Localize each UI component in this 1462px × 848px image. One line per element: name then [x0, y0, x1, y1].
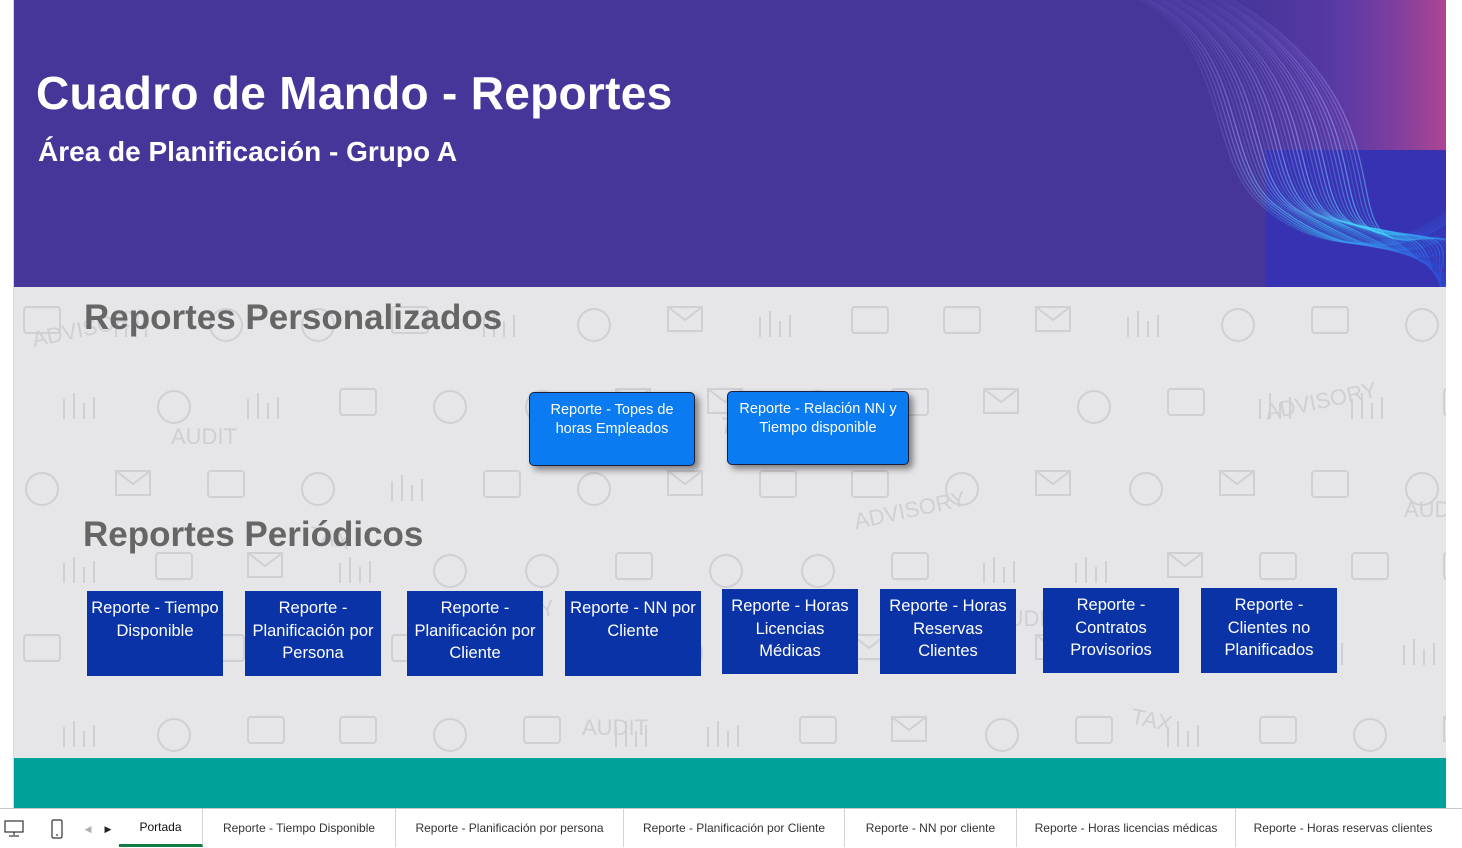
tab-portada[interactable]: Portada: [119, 809, 203, 847]
right-gutter: [1446, 0, 1462, 808]
header-banner: Cuadro de Mando - Reportes Área de Plani…: [14, 0, 1446, 287]
tab-label: Reporte - Tiempo Disponible: [222, 821, 376, 835]
report-button-label: Reporte - Planificación por Cliente: [414, 599, 536, 662]
report-button-relacion-nn[interactable]: Reporte - Relación NN y Tiempo disponibl…: [727, 391, 909, 465]
svg-text:AUDIT: AUDIT: [171, 424, 237, 449]
page-title: Cuadro de Mando - Reportes: [36, 67, 673, 119]
tab-label: Reporte - NN por cliente: [865, 821, 996, 835]
svg-text:AUDIT: AUDIT: [1404, 497, 1446, 522]
desktop-monitor-icon[interactable]: [3, 818, 25, 840]
report-button-label: Reporte - Horas Licencias Médicas: [731, 597, 849, 660]
tab-label: Reporte - Horas reservas clientes: [1253, 821, 1433, 835]
svg-text:AUDIT: AUDIT: [582, 715, 648, 740]
tab-label: Portada: [139, 819, 182, 834]
section-heading-personalizados: Reportes Personalizados: [84, 298, 503, 337]
report-cover-sheet: Cuadro de Mando - Reportes Área de Plani…: [14, 0, 1446, 808]
report-button-planificacion-persona[interactable]: Reporte - Planificación por Persona: [245, 591, 381, 676]
report-button-label: Reporte - Horas Reservas Clientes: [889, 597, 1007, 660]
sheet-tab-bar: ◀ ▶ Portada Reporte - Tiempo Disponible …: [0, 808, 1462, 848]
report-button-contratos-provisorios[interactable]: Reporte - Contratos Provisorios: [1043, 588, 1179, 673]
report-button-nn-cliente[interactable]: Reporte - NN por Cliente: [565, 591, 701, 676]
report-button-label: Reporte - Clientes no Planificados: [1224, 596, 1314, 659]
content-area: ADVISORYAUDITTAXADVISORYAUDITTAXADVISORY…: [14, 287, 1446, 758]
report-button-label: Reporte - NN por Cliente: [570, 599, 696, 640]
triangle-left-icon[interactable]: ◀: [81, 820, 95, 838]
report-button-label: Reporte - Tiempo Disponible: [91, 599, 219, 640]
tab-horas-licencias[interactable]: Reporte - Horas licencias médicas: [1017, 809, 1236, 847]
report-button-reservas-clientes[interactable]: Reporte - Horas Reservas Clientes: [880, 589, 1016, 674]
report-button-planificacion-cliente[interactable]: Reporte - Planificación por Cliente: [407, 591, 543, 676]
tab-label: Reporte - Horas licencias médicas: [1034, 821, 1218, 835]
report-button-licencias-medicas[interactable]: Reporte - Horas Licencias Médicas: [722, 589, 858, 674]
footer-band: [14, 758, 1446, 808]
left-gutter: [0, 0, 14, 808]
tab-tiempo-disponible[interactable]: Reporte - Tiempo Disponible: [203, 809, 396, 847]
triangle-right-icon[interactable]: ▶: [101, 820, 115, 838]
svg-text:TAX: TAX: [1129, 703, 1175, 736]
report-button-label: Reporte - Contratos Provisorios: [1070, 596, 1152, 659]
tab-planificacion-persona[interactable]: Reporte - Planificación por persona: [396, 809, 624, 847]
section-heading-periodicos: Reportes Periódicos: [83, 515, 424, 554]
tab-planificacion-cliente[interactable]: Reporte - Planificación por Cliente: [624, 809, 845, 847]
tab-horas-reservas[interactable]: Reporte - Horas reservas clientes: [1236, 809, 1450, 847]
tab-label: Reporte - Planificación por Cliente: [642, 821, 826, 835]
report-button-label: Reporte - Planificación por Persona: [252, 599, 374, 662]
tab-nn-cliente[interactable]: Reporte - NN por cliente: [845, 809, 1017, 847]
report-button-tiempo-disponible[interactable]: Reporte - Tiempo Disponible: [87, 591, 223, 676]
report-button-topes-horas[interactable]: Reporte - Topes de horas Empleados: [529, 392, 695, 466]
wave-lines-decoration: [1136, 0, 1446, 287]
page-subtitle: Área de Planificación - Grupo A: [38, 136, 458, 167]
mobile-phone-icon[interactable]: [46, 818, 68, 840]
report-button-label: Reporte - Relación NN y Tiempo disponibl…: [739, 401, 897, 436]
tab-label: Reporte - Planificación por persona: [415, 821, 604, 835]
report-button-label: Reporte - Topes de horas Empleados: [550, 402, 674, 437]
svg-text:ADVISORY: ADVISORY: [852, 486, 968, 534]
report-button-clientes-no-planificados[interactable]: Reporte - Clientes no Planificados: [1201, 588, 1337, 673]
